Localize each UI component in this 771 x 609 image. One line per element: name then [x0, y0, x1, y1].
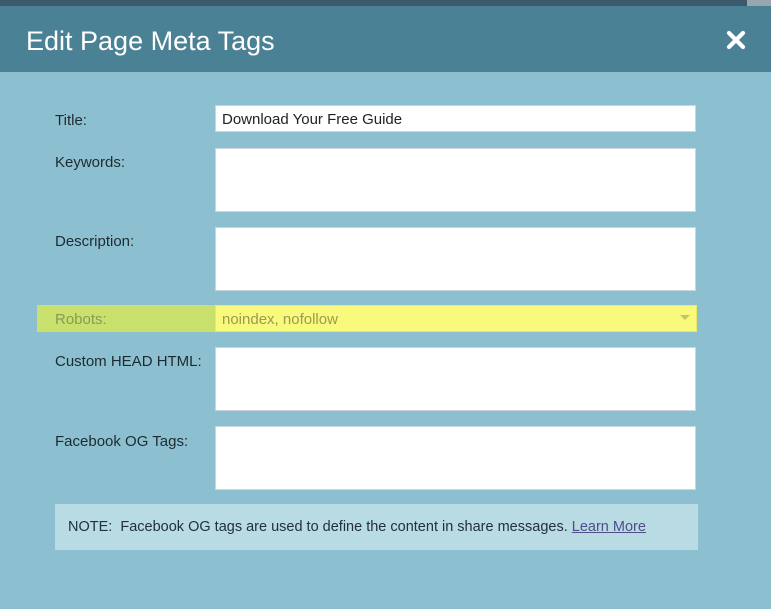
dialog-header: Edit Page Meta Tags [0, 6, 771, 72]
note-prefix: NOTE: [68, 519, 113, 535]
keywords-label: Keywords: [55, 154, 126, 171]
facebook-og-textarea[interactable] [215, 426, 696, 490]
edit-meta-tags-dialog: Edit Page Meta Tags Title: Download Your… [0, 6, 771, 609]
description-label: Description: [55, 233, 135, 250]
robots-select-value: noindex, nofollow [222, 311, 338, 328]
custom-head-label: Custom HEAD HTML: [55, 353, 202, 370]
keywords-textarea[interactable] [215, 148, 696, 212]
note-body: Facebook OG tags are used to define the … [120, 519, 568, 535]
custom-head-textarea[interactable] [215, 347, 696, 411]
note-text: NOTE: Facebook OG tags are used to defin… [68, 518, 646, 536]
chevron-down-icon [680, 315, 690, 320]
facebook-og-note: NOTE: Facebook OG tags are used to defin… [55, 504, 698, 550]
title-input[interactable]: Download Your Free Guide [215, 105, 696, 132]
robots-label: Robots: [55, 311, 107, 328]
robots-select[interactable]: noindex, nofollow [215, 305, 697, 332]
facebook-og-label: Facebook OG Tags: [55, 433, 189, 450]
title-label: Title: [55, 112, 87, 129]
dialog-title: Edit Page Meta Tags [26, 26, 275, 56]
learn-more-link[interactable]: Learn More [572, 519, 646, 535]
description-textarea[interactable] [215, 227, 696, 291]
close-icon[interactable] [722, 26, 750, 54]
